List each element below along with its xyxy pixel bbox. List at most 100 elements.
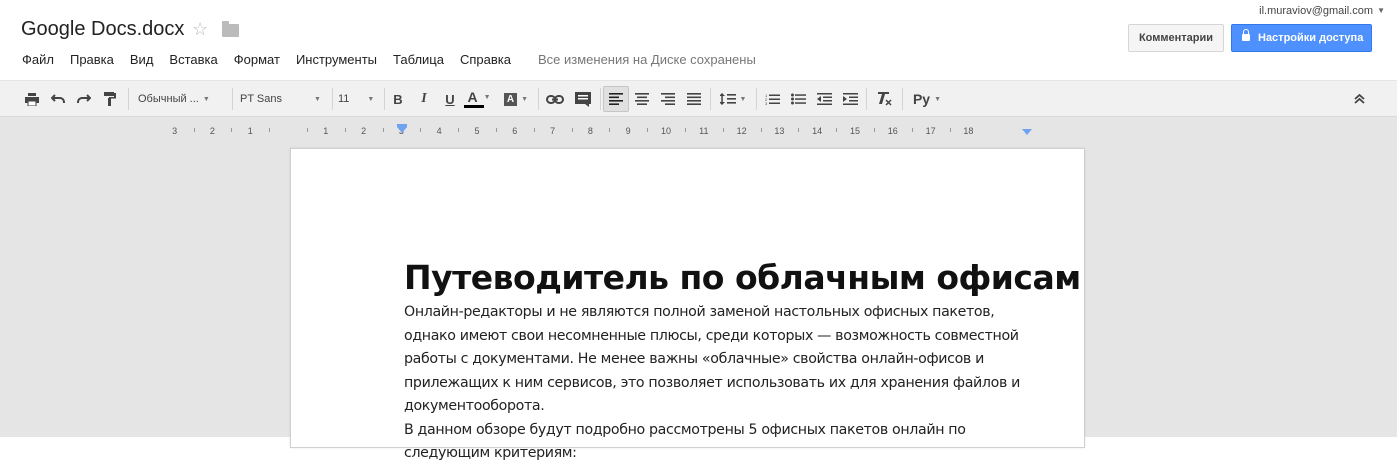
menu-table[interactable]: Таблица bbox=[393, 52, 444, 67]
toolbar-separator bbox=[600, 88, 601, 110]
menu-help[interactable]: Справка bbox=[460, 52, 511, 67]
toolbar-separator bbox=[128, 88, 129, 110]
collapse-menu-icon[interactable] bbox=[1350, 81, 1368, 117]
ruler-number: 14 bbox=[812, 126, 823, 136]
align-right-icon[interactable] bbox=[658, 81, 678, 117]
highlight-icon: A bbox=[503, 92, 518, 106]
left-indent-marker[interactable] bbox=[397, 127, 407, 133]
font-select-value: PT Sans bbox=[240, 93, 282, 105]
menu-bar: Файл Правка Вид Вставка Формат Инструмен… bbox=[22, 52, 527, 67]
font-select[interactable]: PT Sans ▼ bbox=[240, 81, 326, 117]
ruler-tick bbox=[836, 128, 838, 132]
chevron-down-icon: ▼ bbox=[521, 95, 529, 103]
ruler-number: 1 bbox=[247, 126, 253, 136]
chevron-down-icon: ▼ bbox=[202, 95, 210, 103]
chevron-down-icon: ▼ bbox=[739, 95, 747, 103]
ruler-number: 2 bbox=[209, 126, 215, 136]
ruler-number: 3 bbox=[172, 126, 178, 136]
chevron-down-icon: ▼ bbox=[314, 95, 321, 103]
ruler-number: 11 bbox=[699, 126, 709, 136]
menu-edit[interactable]: Правка bbox=[70, 52, 114, 67]
ruler-tick bbox=[722, 128, 724, 132]
redo-icon[interactable] bbox=[74, 81, 94, 117]
menu-view[interactable]: Вид bbox=[130, 52, 154, 67]
document-page[interactable]: Путеводитель по облачным офисам Онлайн-р… bbox=[290, 148, 1085, 461]
svg-text:3: 3 bbox=[765, 101, 768, 105]
text-color-label: A bbox=[467, 89, 478, 105]
highlight-color-button[interactable]: A ▼ bbox=[500, 81, 532, 117]
ruler-tick bbox=[911, 128, 913, 132]
ruler-number: 17 bbox=[925, 126, 936, 136]
ruler-tick bbox=[873, 128, 875, 132]
ruler-tick bbox=[382, 128, 384, 132]
document-title[interactable]: Google Docs.docx bbox=[21, 18, 184, 41]
ruler-tick bbox=[684, 128, 686, 132]
bold-button[interactable]: B bbox=[390, 81, 406, 117]
toolbar-separator bbox=[384, 88, 385, 110]
comments-button[interactable]: Комментарии bbox=[1128, 24, 1224, 52]
decrease-indent-icon[interactable] bbox=[814, 81, 834, 117]
menu-insert[interactable]: Вставка bbox=[169, 52, 217, 67]
align-justify-icon[interactable] bbox=[684, 81, 704, 117]
ruler-number: 12 bbox=[736, 126, 747, 136]
comment-icon[interactable] bbox=[572, 81, 594, 117]
document-heading[interactable]: Путеводитель по облачным офисам bbox=[404, 258, 1081, 297]
document-body[interactable]: Онлайн-редакторы и не являются полной за… bbox=[404, 301, 1044, 466]
ruler-tick bbox=[760, 128, 762, 132]
ruler-tick bbox=[420, 128, 422, 132]
ruler-tick bbox=[306, 128, 308, 132]
toolbar-separator bbox=[538, 88, 539, 110]
ruler-number: 10 bbox=[660, 126, 672, 136]
toolbar-separator bbox=[232, 88, 233, 110]
style-select[interactable]: Обычный ... ▼ bbox=[138, 81, 226, 117]
folder-icon[interactable] bbox=[222, 21, 239, 37]
line-spacing-icon[interactable]: ▼ bbox=[716, 81, 750, 117]
toolbar-separator bbox=[902, 88, 903, 110]
toolbar-separator bbox=[710, 88, 711, 110]
increase-indent-icon[interactable] bbox=[840, 81, 860, 117]
toolbar-separator bbox=[756, 88, 757, 110]
document-paragraph[interactable]: Онлайн-редакторы и не являются полной за… bbox=[404, 301, 1044, 419]
clear-formatting-icon[interactable] bbox=[874, 81, 894, 117]
align-center-icon[interactable] bbox=[632, 81, 652, 117]
document-paragraph[interactable]: В данном обзоре будут подробно рассмотре… bbox=[404, 419, 1044, 466]
ruler-tick bbox=[571, 128, 573, 132]
menu-tools[interactable]: Инструменты bbox=[296, 52, 377, 67]
ruler-tick bbox=[647, 128, 649, 132]
ruler-tick bbox=[609, 128, 611, 132]
chevron-down-icon: ▼ bbox=[483, 93, 491, 101]
top-bar: Google Docs.docx ☆ il.muraviov@gmail.com… bbox=[0, 0, 1397, 80]
numbered-list-icon[interactable]: 123 bbox=[762, 81, 782, 117]
right-indent-marker[interactable] bbox=[1022, 129, 1032, 135]
bulleted-list-icon[interactable] bbox=[788, 81, 808, 117]
menu-file[interactable]: Файл bbox=[22, 52, 54, 67]
ruler-number: 5 bbox=[474, 126, 480, 136]
account-email[interactable]: il.muraviov@gmail.com bbox=[1259, 5, 1373, 17]
input-tools-button[interactable]: Ру ▼ bbox=[910, 81, 944, 117]
share-button[interactable]: Настройки доступа bbox=[1231, 24, 1372, 52]
ruler-number: 16 bbox=[887, 126, 898, 136]
text-color-button[interactable]: A ▼ bbox=[464, 81, 494, 117]
chevron-down-icon: ▼ bbox=[367, 95, 375, 103]
ruler-number: 7 bbox=[550, 126, 556, 136]
align-left-icon[interactable] bbox=[606, 81, 626, 117]
ruler-number: 2 bbox=[361, 126, 367, 136]
star-icon[interactable]: ☆ bbox=[192, 19, 208, 40]
toolbar-separator bbox=[332, 88, 333, 110]
menu-format[interactable]: Формат bbox=[234, 52, 280, 67]
italic-button[interactable]: I bbox=[416, 81, 432, 117]
ruler-tick bbox=[344, 128, 346, 132]
ruler-tick bbox=[193, 128, 195, 132]
document-workspace: 3 2 1 1 2 3 4 5 6 7 8 9 10 11 12 13 14 15 16 17 18 Путеводит… bbox=[0, 117, 1397, 461]
text-color-swatch bbox=[464, 105, 484, 108]
print-icon[interactable] bbox=[22, 81, 42, 117]
paint-format-icon[interactable] bbox=[100, 81, 120, 117]
font-size-select[interactable]: 11 ▼ bbox=[338, 81, 380, 117]
chevron-down-icon[interactable]: ▼ bbox=[1377, 6, 1385, 15]
link-icon[interactable] bbox=[544, 81, 566, 117]
ruler-tick bbox=[495, 128, 497, 132]
ruler-number: 8 bbox=[587, 126, 593, 136]
save-status[interactable]: Все изменения на Диске сохранены bbox=[538, 52, 756, 67]
undo-icon[interactable] bbox=[48, 81, 68, 117]
underline-button[interactable]: U bbox=[442, 81, 458, 117]
